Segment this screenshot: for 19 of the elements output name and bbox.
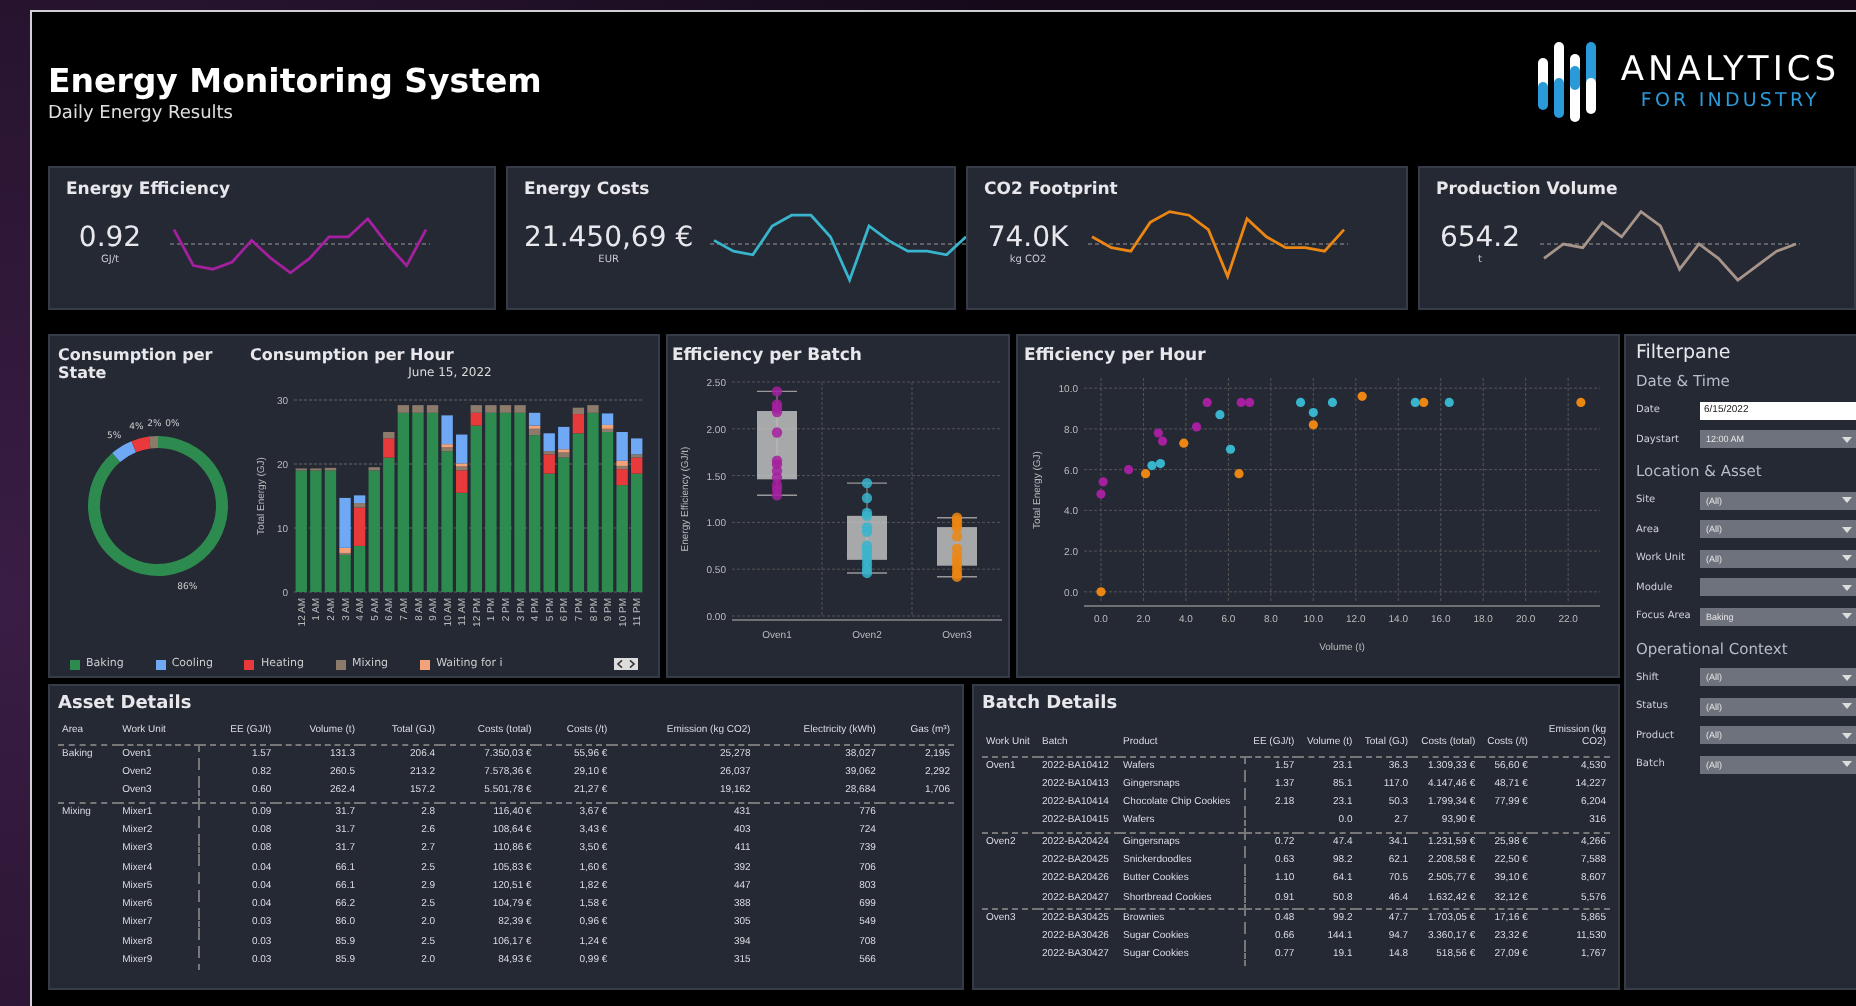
panel-title: Efficiency per Hour bbox=[1024, 346, 1208, 366]
panel-title: Consumption per Hour bbox=[250, 346, 456, 364]
kpi-title: Energy Costs bbox=[524, 180, 652, 200]
panel-title: Efficiency per Batch bbox=[672, 346, 864, 366]
kpi-value: 0.92 bbox=[78, 222, 142, 254]
kpi-title: Production Volume bbox=[1436, 180, 1620, 200]
panel-title: Consumption per State bbox=[58, 346, 215, 382]
app-subtitle: Daily Energy Results bbox=[48, 104, 236, 124]
kpi-value: 21.450,69 € bbox=[524, 222, 694, 254]
kpi-value: 74.0K bbox=[987, 222, 1069, 254]
kpi-value: 654.2 bbox=[1439, 222, 1521, 254]
logo-tagline: FOR INDUSTRY bbox=[1640, 90, 1820, 112]
panel-title: Batch Details bbox=[982, 692, 1120, 718]
kpi-title: CO2 Footprint bbox=[984, 180, 1120, 200]
pane-title: Filterpane bbox=[1636, 342, 1733, 364]
app-title: Energy Monitoring System bbox=[48, 62, 542, 100]
kpi-title: Energy Efficiency bbox=[66, 180, 233, 200]
logo-wordmark: ANALYTICS bbox=[1620, 50, 1840, 90]
panel-title: Asset Details bbox=[58, 692, 194, 718]
